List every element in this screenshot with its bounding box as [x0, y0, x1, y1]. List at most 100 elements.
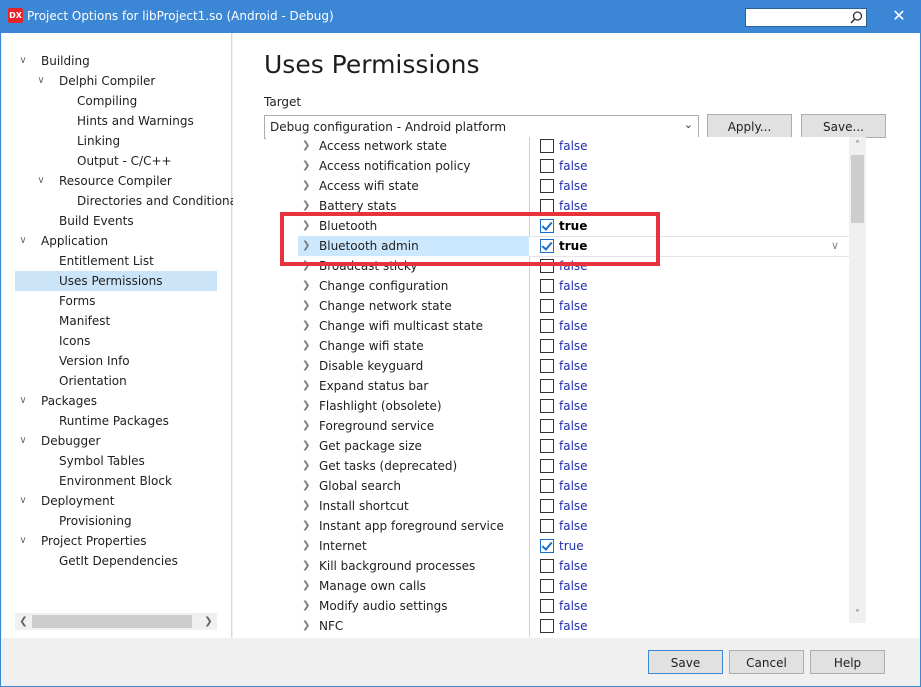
permission-checkbox[interactable] — [540, 619, 554, 633]
tree-item[interactable]: Version Info — [2, 351, 230, 371]
chevron-right-icon[interactable]: ❯ — [302, 137, 310, 156]
permission-checkbox[interactable] — [540, 199, 554, 213]
chevron-down-icon[interactable]: ∨ — [34, 171, 48, 191]
permission-checkbox[interactable] — [540, 559, 554, 573]
help-button[interactable]: Help — [810, 650, 885, 674]
tree-item[interactable]: Runtime Packages — [2, 411, 230, 431]
tree-item[interactable]: Icons — [2, 331, 230, 351]
tree-item[interactable]: Environment Block — [2, 471, 230, 491]
target-dropdown[interactable]: Debug configuration - Android platform ⌄ — [264, 115, 699, 139]
permission-row[interactable]: ❯ Change network state false — [266, 296, 849, 316]
tree-item[interactable]: Symbol Tables — [2, 451, 230, 471]
scrollbar-thumb[interactable] — [851, 155, 864, 223]
chevron-down-icon[interactable]: ∨ — [16, 231, 30, 251]
chevron-right-icon[interactable]: ❯ — [302, 436, 310, 456]
save-target-button[interactable]: Save... — [801, 114, 886, 138]
scrollbar-thumb[interactable] — [32, 615, 192, 628]
permission-row[interactable]: ❯ Instant app foreground service false — [266, 516, 849, 536]
chevron-right-icon[interactable]: ❯ — [302, 536, 310, 556]
permission-row[interactable]: ❯ Kill background processes false — [266, 556, 849, 576]
permission-row[interactable]: ❯ Access network state false — [266, 137, 849, 156]
tree-item[interactable]: Hints and Warnings — [2, 111, 230, 131]
save-button[interactable]: Save — [648, 650, 723, 674]
permission-checkbox[interactable] — [540, 419, 554, 433]
tree-item[interactable]: Uses Permissions — [15, 271, 217, 291]
chevron-down-icon[interactable]: ∨ — [16, 431, 30, 451]
options-search-input[interactable] — [745, 8, 867, 27]
apply-button[interactable]: Apply... — [707, 114, 792, 138]
chevron-right-icon[interactable]: ❯ — [302, 616, 310, 636]
chevron-right-icon[interactable]: ❯ — [302, 476, 310, 496]
tree-horizontal-scrollbar[interactable]: ❮ ❯ — [15, 613, 217, 630]
permission-row[interactable]: ❯ Foreground service false — [266, 416, 849, 436]
tree-item[interactable]: ∨ Resource Compiler — [2, 171, 230, 191]
chevron-down-icon[interactable]: ∨ — [16, 51, 30, 71]
chevron-right-icon[interactable]: ❯ — [302, 296, 310, 316]
tree-item[interactable]: Provisioning — [2, 511, 230, 531]
tree-item[interactable]: ∨ Building — [2, 51, 230, 71]
chevron-down-icon[interactable]: ∨ — [16, 391, 30, 411]
tree-item[interactable]: Orientation — [2, 371, 230, 391]
permission-row[interactable]: ❯ Access wifi state false — [266, 176, 849, 196]
chevron-right-icon[interactable]: ❯ — [302, 416, 310, 436]
permission-row[interactable]: ❯ Get tasks (deprecated) false — [266, 456, 849, 476]
chevron-right-icon[interactable]: ❯ — [302, 176, 310, 196]
permission-checkbox[interactable] — [540, 399, 554, 413]
permission-checkbox[interactable] — [540, 319, 554, 333]
tree-item[interactable]: Build Events — [2, 211, 230, 231]
permission-row[interactable]: ❯ Flashlight (obsolete) false — [266, 396, 849, 416]
chevron-right-icon[interactable]: ❯ — [302, 356, 310, 376]
permission-checkbox[interactable] — [540, 499, 554, 513]
permission-row[interactable]: ❯ NFC false — [266, 616, 849, 636]
permission-row[interactable]: ❯ Install shortcut false — [266, 496, 849, 516]
tree-item[interactable]: ∨ Delphi Compiler — [2, 71, 230, 91]
permission-checkbox[interactable] — [540, 439, 554, 453]
scroll-right-arrow-icon[interactable]: ❯ — [200, 613, 217, 630]
permission-checkbox[interactable] — [540, 139, 554, 153]
permission-row[interactable]: ❯ Get package size false — [266, 436, 849, 456]
chevron-down-icon[interactable]: ∨ — [831, 236, 839, 256]
permission-checkbox[interactable] — [540, 159, 554, 173]
tree-item[interactable]: Linking — [2, 131, 230, 151]
permission-row[interactable]: ❯ Change wifi multicast state false — [266, 316, 849, 336]
permission-checkbox[interactable] — [540, 519, 554, 533]
chevron-down-icon[interactable]: ∨ — [16, 491, 30, 511]
permission-row[interactable]: ❯ Modify audio settings false — [266, 596, 849, 616]
tree-item[interactable]: Forms — [2, 291, 230, 311]
permission-checkbox[interactable] — [540, 539, 554, 553]
permission-checkbox[interactable] — [540, 339, 554, 353]
tree-item[interactable]: ∨ Deployment — [2, 491, 230, 511]
tree-item[interactable]: Entitlement List — [2, 251, 230, 271]
tree-item[interactable]: ∨ Project Properties — [2, 531, 230, 551]
chevron-right-icon[interactable]: ❯ — [302, 156, 310, 176]
chevron-right-icon[interactable]: ❯ — [302, 576, 310, 596]
permission-row[interactable]: ❯ Access notification policy false — [266, 156, 849, 176]
chevron-right-icon[interactable]: ❯ — [302, 316, 310, 336]
permission-checkbox[interactable] — [540, 379, 554, 393]
permission-checkbox[interactable] — [540, 459, 554, 473]
chevron-right-icon[interactable]: ❯ — [302, 556, 310, 576]
chevron-down-icon[interactable]: ∨ — [34, 71, 48, 91]
cancel-button[interactable]: Cancel — [729, 650, 804, 674]
scroll-left-arrow-icon[interactable]: ❮ — [15, 613, 32, 630]
permission-row[interactable]: ❯ Expand status bar false — [266, 376, 849, 396]
permission-row[interactable]: ❯ Change wifi state false — [266, 336, 849, 356]
chevron-right-icon[interactable]: ❯ — [302, 516, 310, 536]
permission-checkbox[interactable] — [540, 359, 554, 373]
chevron-right-icon[interactable]: ❯ — [302, 376, 310, 396]
permission-checkbox[interactable] — [540, 299, 554, 313]
permission-row[interactable]: ❯ Manage own calls false — [266, 576, 849, 596]
permission-row[interactable]: ❯ Disable keyguard false — [266, 356, 849, 376]
tree-item[interactable]: Directories and Conditiona — [2, 191, 237, 211]
chevron-right-icon[interactable]: ❯ — [302, 276, 310, 296]
grid-vertical-scrollbar[interactable]: ˄ ˅ — [849, 137, 866, 623]
permission-row[interactable]: ❯ Internet true — [266, 536, 849, 556]
chevron-right-icon[interactable]: ❯ — [302, 396, 310, 416]
tree-item[interactable]: ∨ Packages — [2, 391, 230, 411]
tree-item[interactable]: Manifest — [2, 311, 230, 331]
chevron-right-icon[interactable]: ❯ — [302, 456, 310, 476]
chevron-right-icon[interactable]: ❯ — [302, 496, 310, 516]
permission-checkbox[interactable] — [540, 599, 554, 613]
tree-item[interactable]: Output - C/C++ — [2, 151, 230, 171]
tree-item[interactable]: ∨ Application — [2, 231, 230, 251]
